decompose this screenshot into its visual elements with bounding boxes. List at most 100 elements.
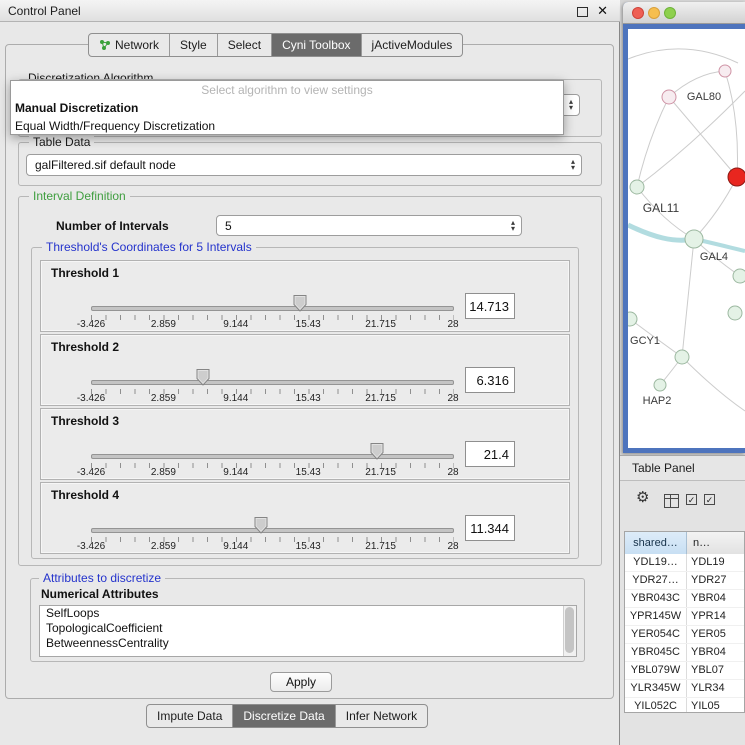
tab-impute-data[interactable]: Impute Data	[147, 705, 233, 727]
network-edge[interactable]	[628, 49, 738, 63]
network-edge[interactable]	[725, 71, 738, 177]
threshold-value-field[interactable]: 14.713	[465, 293, 515, 319]
table-row[interactable]: YLR345WYLR34	[625, 680, 744, 698]
slider-thumb[interactable]	[293, 295, 307, 312]
algorithm-options: Manual DiscretizationEqual Width/Frequen…	[11, 99, 563, 135]
network-node-selected[interactable]	[728, 168, 745, 186]
cell-name[interactable]: YDR27	[687, 572, 744, 589]
slider-scale-label: 9.144	[223, 319, 248, 330]
algorithm-option-equal-width-frequency-discretization[interactable]: Equal Width/Frequency Discretization	[11, 117, 563, 135]
list-item[interactable]: SelfLoops	[40, 606, 576, 621]
cell-shared-name[interactable]: YBR043C	[625, 590, 687, 607]
cell-name[interactable]: YBR04	[687, 644, 744, 661]
checkbox-icon[interactable]: ✓	[686, 494, 697, 505]
network-window-titlebar[interactable]	[623, 2, 745, 24]
threshold-value-field[interactable]: 21.4	[465, 441, 515, 467]
scrollbar-thumb[interactable]	[565, 607, 574, 653]
slider-thumb[interactable]	[254, 517, 268, 534]
table-row[interactable]: YIL052CYIL05	[625, 698, 744, 713]
table-row[interactable]: YER054CYER05	[625, 626, 744, 644]
slider-scale-label: -3.426	[77, 393, 105, 404]
cell-name[interactable]: YLR34	[687, 680, 744, 697]
table-panel-body: ⚙ ✓ ✓ shared… n… YDL19…YDL19YDR27…YDR27Y…	[620, 481, 745, 745]
slider-thumb[interactable]	[196, 369, 210, 386]
table-data-value: galFiltered.sif default node	[27, 158, 565, 172]
tab-cyni-toolbox[interactable]: Cyni Toolbox	[272, 34, 361, 56]
slider-track[interactable]	[91, 528, 454, 533]
tab-discretize-data[interactable]: Discretize Data	[233, 705, 335, 727]
table-row[interactable]: YBL079WYBL07	[625, 662, 744, 680]
network-node[interactable]	[654, 379, 666, 391]
slider-track[interactable]	[91, 454, 454, 459]
number-of-intervals-combobox[interactable]: 5 ▴▾	[216, 215, 522, 236]
network-node[interactable]	[675, 350, 689, 364]
cell-shared-name[interactable]: YER054C	[625, 626, 687, 643]
column-header-name[interactable]: n…	[687, 532, 744, 554]
zoom-traffic-light-icon[interactable]	[664, 7, 676, 19]
table-row[interactable]: YPR145WYPR14	[625, 608, 744, 626]
cell-shared-name[interactable]: YPR145W	[625, 608, 687, 625]
tab-jactivemodules[interactable]: jActiveModules	[362, 34, 463, 56]
threshold-value-field[interactable]: 11.344	[465, 515, 515, 541]
cell-shared-name[interactable]: YBL079W	[625, 662, 687, 679]
cell-shared-name[interactable]: YIL052C	[625, 698, 687, 713]
gear-icon[interactable]: ⚙	[636, 488, 649, 506]
table-row[interactable]: YBR043CYBR04	[625, 590, 744, 608]
network-canvas[interactable]: GAL80GAL11GAL4GCY1HAP2	[628, 29, 745, 448]
float-window-icon[interactable]	[577, 7, 588, 17]
network-edge[interactable]	[682, 357, 745, 411]
cell-name[interactable]: YPR14	[687, 608, 744, 625]
columns-icon[interactable]	[664, 494, 679, 508]
network-node[interactable]	[628, 312, 637, 326]
threshold-value-field[interactable]: 6.316	[465, 367, 515, 393]
slider-scale-label: 15.43	[296, 467, 321, 478]
checkbox-icon[interactable]: ✓	[704, 494, 715, 505]
numerical-attributes-list[interactable]: SelfLoopsTopologicalCoefficientBetweenne…	[39, 605, 577, 657]
network-edge[interactable]	[637, 97, 669, 187]
network-edge[interactable]	[682, 239, 694, 357]
cell-name[interactable]: YBR04	[687, 590, 744, 607]
table-data-combobox[interactable]: galFiltered.sif default node ▴▾	[26, 154, 582, 176]
cell-name[interactable]: YER05	[687, 626, 744, 643]
network-edge[interactable]	[694, 177, 737, 239]
algorithm-option-manual-discretization[interactable]: Manual Discretization	[11, 99, 563, 117]
tab-style[interactable]: Style	[170, 34, 218, 56]
cell-shared-name[interactable]: YBR045C	[625, 644, 687, 661]
tab-network[interactable]: Network	[89, 34, 170, 56]
cell-shared-name[interactable]: YLR345W	[625, 680, 687, 697]
network-node[interactable]	[630, 180, 644, 194]
cell-name[interactable]: YDL19	[687, 554, 744, 571]
table-row[interactable]: YDL19…YDL19	[625, 554, 744, 572]
slider-track[interactable]	[91, 380, 454, 385]
cell-shared-name[interactable]: YDL19…	[625, 554, 687, 571]
cell-name[interactable]: YBL07	[687, 662, 744, 679]
tab-label: Network	[115, 38, 159, 52]
table-panel-titlebar[interactable]: Table Panel	[620, 455, 745, 481]
table-row[interactable]: YDR27…YDR27	[625, 572, 744, 590]
network-graph[interactable]: GAL80GAL11GAL4GCY1HAP2	[628, 29, 745, 448]
slider-thumb[interactable]	[370, 443, 384, 460]
apply-button[interactable]: Apply	[270, 672, 332, 692]
network-node[interactable]	[728, 306, 742, 320]
cell-name[interactable]: YIL05	[687, 698, 744, 713]
list-item[interactable]: BetweennessCentrality	[40, 636, 576, 651]
number-of-intervals-value: 5	[217, 219, 505, 233]
network-node[interactable]	[733, 269, 745, 283]
slider-track[interactable]	[91, 306, 454, 311]
close-icon[interactable]: ✕	[597, 3, 608, 19]
tab-select[interactable]: Select	[218, 34, 272, 56]
network-node[interactable]	[719, 65, 731, 77]
close-traffic-light-icon[interactable]	[632, 7, 644, 19]
slider-scale-label: 21.715	[365, 467, 396, 478]
table-row[interactable]: YBR045CYBR04	[625, 644, 744, 662]
cell-shared-name[interactable]: YDR27…	[625, 572, 687, 589]
list-item[interactable]: TopologicalCoefficient	[40, 621, 576, 636]
network-node[interactable]	[662, 90, 676, 104]
attributes-scrollbar[interactable]	[563, 606, 576, 656]
network-node[interactable]	[685, 230, 703, 248]
control-panel-titlebar[interactable]: Control Panel ✕	[0, 0, 620, 22]
tab-infer-network[interactable]: Infer Network	[336, 705, 427, 727]
minimize-traffic-light-icon[interactable]	[648, 7, 660, 19]
column-header-shared-name[interactable]: shared…	[625, 532, 687, 554]
algorithm-placeholder: Select algorithm to view settings	[11, 81, 563, 99]
